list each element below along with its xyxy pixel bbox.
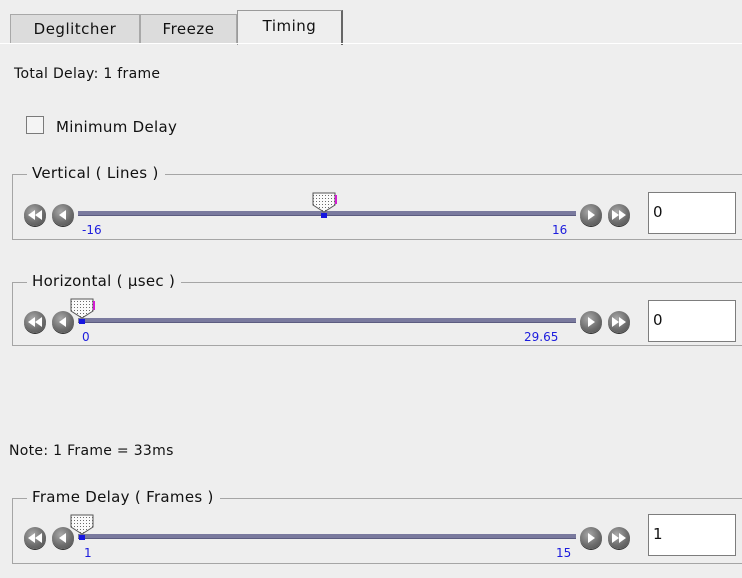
slider-thumb-icon <box>70 298 95 324</box>
tab-bar-divider <box>0 43 742 44</box>
slider-thumb-icon <box>70 514 94 540</box>
horizontal-slider-thumb[interactable] <box>68 298 102 324</box>
frame-delay-min-label: 1 <box>84 546 92 560</box>
horizontal-group-title: Horizontal ( µsec ) <box>27 272 182 290</box>
double-right-arrow-icon <box>612 317 626 327</box>
vertical-group-title: Vertical ( Lines ) <box>27 164 165 182</box>
right-arrow-icon <box>588 210 595 220</box>
vertical-jump-max-button[interactable] <box>608 204 630 226</box>
frame-note: Note: 1 Frame = 33ms <box>9 443 174 459</box>
left-arrow-icon <box>59 317 66 327</box>
frame-delay-max-label: 15 <box>556 546 572 560</box>
tab-timing[interactable]: Timing <box>237 10 343 45</box>
left-arrow-icon <box>59 210 66 220</box>
horizontal-group: Horizontal ( µsec ) <box>12 272 742 346</box>
double-left-arrow-icon <box>28 317 42 327</box>
double-left-arrow-icon <box>28 210 42 220</box>
right-arrow-icon <box>588 533 595 543</box>
frame-delay-jump-min-button[interactable] <box>24 527 46 549</box>
horizontal-min-label: 0 <box>82 330 90 344</box>
tab-deglitcher[interactable]: Deglitcher <box>10 14 140 44</box>
horizontal-value-field[interactable]: 0 <box>648 300 736 342</box>
vertical-max-label: 16 <box>552 223 568 237</box>
frame-delay-step-up-button[interactable] <box>580 527 602 549</box>
double-left-arrow-icon <box>28 533 42 543</box>
total-delay-label: Total Delay: 1 frame <box>14 66 161 82</box>
horizontal-step-up-button[interactable] <box>580 311 602 333</box>
frame-delay-group: Frame Delay ( Frames ) <box>12 488 742 564</box>
horizontal-jump-min-button[interactable] <box>24 311 46 333</box>
horizontal-slider-track[interactable] <box>78 318 576 323</box>
frame-delay-value-field[interactable]: 1 <box>648 514 736 556</box>
tab-bar: Deglitcher Freeze Timing <box>0 0 742 45</box>
slider-thumb-icon <box>312 192 337 218</box>
right-arrow-icon <box>588 317 595 327</box>
vertical-step-down-button[interactable] <box>52 204 74 226</box>
vertical-step-up-button[interactable] <box>580 204 602 226</box>
horizontal-max-label: 29.65 <box>524 330 559 344</box>
frame-delay-group-title: Frame Delay ( Frames ) <box>27 488 220 506</box>
tab-freeze[interactable]: Freeze <box>140 14 237 44</box>
minimum-delay-checkbox[interactable] <box>26 116 44 134</box>
left-arrow-icon <box>59 533 66 543</box>
horizontal-jump-max-button[interactable] <box>608 311 630 333</box>
vertical-min-label: -16 <box>82 223 102 237</box>
vertical-group: Vertical ( Lines ) <box>12 164 742 240</box>
vertical-value-field[interactable]: 0 <box>648 192 736 234</box>
vertical-slider-thumb[interactable] <box>310 192 344 218</box>
frame-delay-slider-thumb[interactable] <box>68 514 102 540</box>
frame-delay-jump-max-button[interactable] <box>608 527 630 549</box>
frame-delay-slider-track[interactable] <box>78 534 576 539</box>
double-right-arrow-icon <box>612 533 626 543</box>
vertical-jump-min-button[interactable] <box>24 204 46 226</box>
double-right-arrow-icon <box>612 210 626 220</box>
minimum-delay-label: Minimum Delay <box>56 118 178 136</box>
